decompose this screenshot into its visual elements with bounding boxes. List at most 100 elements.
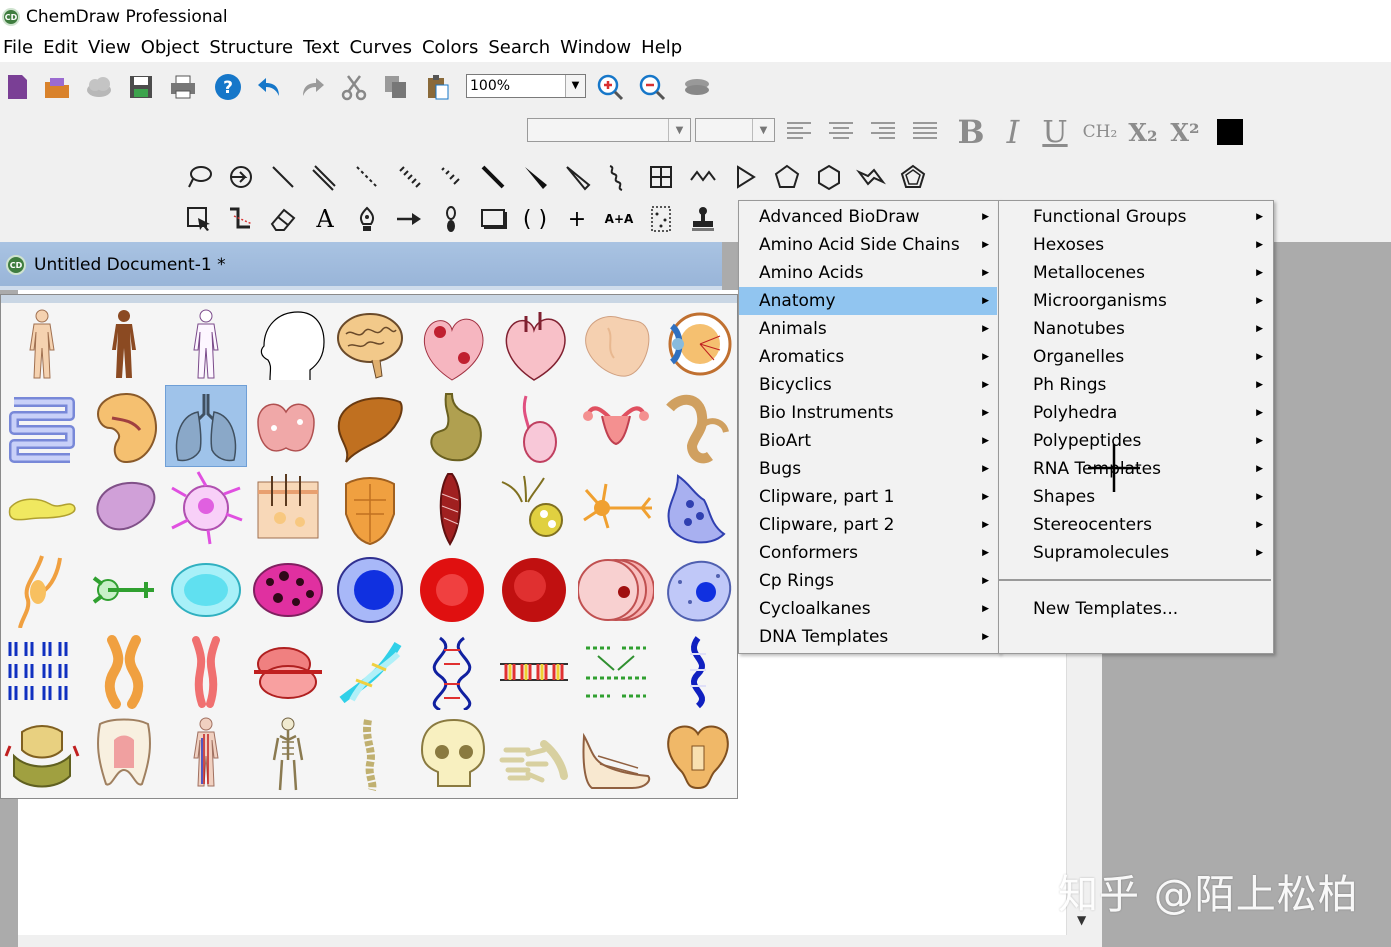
template-dna-blue[interactable] <box>657 631 739 713</box>
menu-item-anatomy[interactable]: Anatomy ▶ <box>739 287 997 315</box>
underline-button[interactable]: U <box>1038 114 1072 150</box>
chain-tool[interactable] <box>686 160 720 194</box>
cut-button[interactable] <box>337 70 371 104</box>
template-heart-pink[interactable] <box>493 303 575 385</box>
zoom-in-button[interactable] <box>593 70 627 104</box>
template-blue-spotted-cell[interactable] <box>657 549 739 631</box>
template-dna-base-pairs[interactable] <box>575 631 657 713</box>
align-right-button[interactable] <box>866 114 900 148</box>
template-human-body-dark[interactable] <box>83 303 165 385</box>
template-tooth[interactable] <box>83 713 165 795</box>
zoom-out-button[interactable] <box>635 70 669 104</box>
menu-item-amino-acids[interactable]: Amino Acids ▶ <box>739 259 997 287</box>
menu-window[interactable]: Window <box>557 34 638 62</box>
italic-button[interactable]: I <box>996 113 1030 151</box>
template-stomach[interactable] <box>411 385 493 467</box>
tlc-plate-tool[interactable] <box>644 202 678 236</box>
new-document-button[interactable] <box>0 70 34 104</box>
double-bond-tool[interactable] <box>308 160 342 194</box>
menu-item-polyhedra[interactable]: Polyhedra ▶ <box>999 399 1271 427</box>
menu-item-hexoses[interactable]: Hexoses ▶ <box>999 231 1271 259</box>
bold-button[interactable]: B <box>954 113 988 151</box>
zoom-combobox[interactable]: 100% ▼ <box>466 74 586 98</box>
menu-item-aromatics[interactable]: Aromatics ▶ <box>739 343 997 371</box>
charge-plus-tool[interactable]: + <box>560 202 594 236</box>
template-muscle-fiber[interactable] <box>411 467 493 549</box>
template-spleen[interactable] <box>83 467 165 549</box>
lasso-tool[interactable] <box>182 160 216 194</box>
chevron-down-icon[interactable]: ▼ <box>668 119 690 141</box>
template-foot-bones[interactable] <box>575 713 657 795</box>
font-size-combobox[interactable]: ▼ <box>695 118 775 142</box>
subscript-button[interactable]: X₂ <box>1124 114 1162 150</box>
template-spine[interactable] <box>329 713 411 795</box>
menu-curves[interactable]: Curves <box>346 34 418 62</box>
menu-structure[interactable]: Structure <box>206 34 300 62</box>
template-dna-helix-cyan[interactable] <box>329 631 411 713</box>
template-dna-strand[interactable] <box>493 631 575 713</box>
orbital-tool[interactable] <box>434 202 468 236</box>
rotate-tool[interactable] <box>224 160 258 194</box>
help-button[interactable]: ? <box>211 70 245 104</box>
menu-item-clipware-part-2[interactable]: Clipware, part 2 ▶ <box>739 511 997 539</box>
drawing-elements-tool[interactable] <box>476 202 510 236</box>
menu-item-new-templates[interactable]: New Templates... <box>999 595 1271 623</box>
menu-item-conformers[interactable]: Conformers ▶ <box>739 539 997 567</box>
template-kidney[interactable] <box>83 385 165 467</box>
template-dna-helix[interactable] <box>411 631 493 713</box>
template-liver[interactable] <box>329 385 411 467</box>
menu-item-stereocenters[interactable]: Stereocenters ▶ <box>999 511 1271 539</box>
menu-item-animals[interactable]: Animals ▶ <box>739 315 997 343</box>
template-chromosome-orange[interactable] <box>83 631 165 713</box>
menu-item-bio-instruments[interactable]: Bio Instruments ▶ <box>739 399 997 427</box>
wavy-bond-tool[interactable] <box>602 160 636 194</box>
menu-item-organelles[interactable]: Organelles ▶ <box>999 343 1271 371</box>
eraser-tool[interactable] <box>266 202 300 236</box>
3d-model-button[interactable] <box>680 70 714 104</box>
menu-file[interactable]: File <box>0 34 40 62</box>
redo-button[interactable] <box>295 70 329 104</box>
menu-item-bugs[interactable]: Bugs ▶ <box>739 455 997 483</box>
hexagon-ring-tool[interactable] <box>812 160 846 194</box>
template-red-cell-dark[interactable] <box>493 549 575 631</box>
formula-button[interactable]: CH₂ <box>1080 114 1120 150</box>
menu-item-supramolecules[interactable]: Supramolecules ▶ <box>999 539 1271 567</box>
bold-bond-tool[interactable] <box>476 160 510 194</box>
superscript-button[interactable]: X² <box>1166 114 1204 150</box>
hashed-bond-tool[interactable] <box>392 160 426 194</box>
template-thyroid[interactable] <box>247 385 329 467</box>
benzene-ring-tool[interactable] <box>896 160 930 194</box>
menu-item-ph-rings[interactable]: Ph Rings ▶ <box>999 371 1271 399</box>
menu-item-clipware-part-1[interactable]: Clipware, part 1 ▶ <box>739 483 997 511</box>
menu-edit[interactable]: Edit <box>40 34 85 62</box>
template-pancreas[interactable] <box>1 467 83 549</box>
hashed-wedge-tool[interactable] <box>434 160 468 194</box>
template-torso-muscles[interactable] <box>329 467 411 549</box>
template-magenta-cell[interactable] <box>247 549 329 631</box>
menu-colors[interactable]: Colors <box>419 34 485 62</box>
menu-item-bioart[interactable]: BioArt ▶ <box>739 427 997 455</box>
template-lungs[interactable] <box>165 385 247 467</box>
template-chromosome-pink[interactable] <box>165 631 247 713</box>
menu-item-bicyclics[interactable]: Bicyclics ▶ <box>739 371 997 399</box>
template-neuron-yellow[interactable] <box>493 467 575 549</box>
template-heart-red[interactable] <box>411 303 493 385</box>
align-center-button[interactable] <box>824 114 858 148</box>
menu-item-advanced-biodraw[interactable]: Advanced BioDraw ▶ <box>739 203 997 231</box>
text-tool[interactable]: A <box>308 202 342 236</box>
template-vertebra[interactable] <box>1 713 83 795</box>
menu-item-dna-templates[interactable]: DNA Templates ▶ <box>739 623 997 651</box>
copy-button[interactable] <box>379 70 413 104</box>
menu-item-amino-acid-side-chains[interactable]: Amino Acid Side Chains ▶ <box>739 231 997 259</box>
template-hand-bones[interactable] <box>493 713 575 795</box>
template-pelvis[interactable] <box>657 713 739 795</box>
template-ribosome[interactable] <box>247 631 329 713</box>
template-ear[interactable] <box>657 385 739 467</box>
menu-item-functional-groups[interactable]: Functional Groups ▶ <box>999 203 1271 231</box>
arrow-tool[interactable] <box>392 202 426 236</box>
font-family-combobox[interactable]: ▼ <box>527 118 691 142</box>
template-testis[interactable] <box>493 385 575 467</box>
cloud-button[interactable] <box>82 70 116 104</box>
menu-item-nanotubes[interactable]: Nanotubes ▶ <box>999 315 1271 343</box>
dashed-bond-tool[interactable] <box>350 160 384 194</box>
